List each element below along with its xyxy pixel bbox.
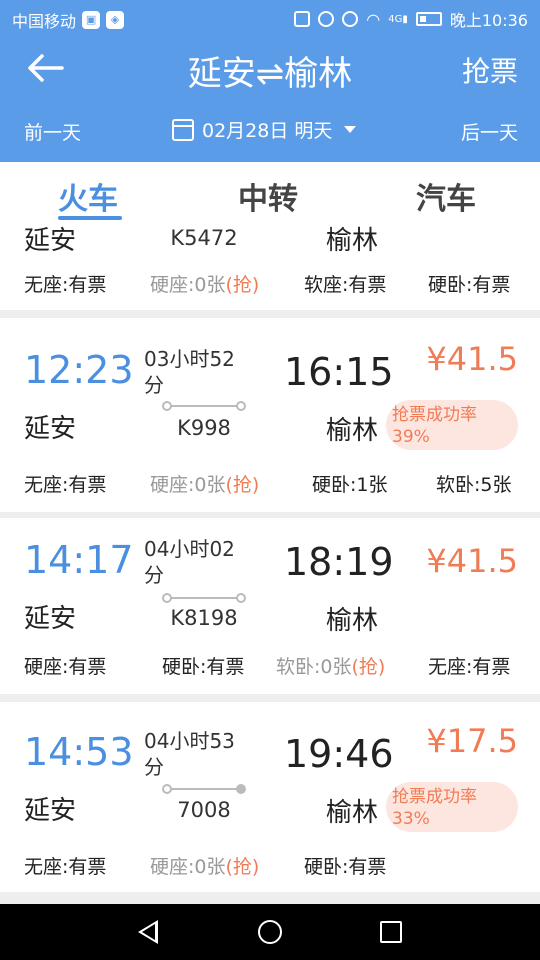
success-rate-badge: 抢票成功率 39% [386,400,518,450]
grab-ticket-button[interactable]: 抢票 [462,50,518,90]
price: ¥41.5 [426,340,518,378]
tab-train[interactable]: 火车 [58,174,118,218]
route-track [162,401,246,411]
nav-recents-icon[interactable] [380,921,402,943]
alarm-icon [318,11,335,27]
seat-info[interactable]: 硬座:0张(抢) [150,270,259,297]
eye-comfort-icon [342,11,359,27]
train-card[interactable]: 延安 K5472 榆林 无座:有票 硬座:0张(抢) 软座:有票 硬卧:有票 [0,222,540,310]
seat-info: 软卧:5张 [436,474,512,496]
seat-info: 软座:有票 [304,274,387,296]
battery-icon [415,12,442,26]
nav-back-icon[interactable] [138,920,158,944]
seat-info: 硬卧:有票 [162,656,245,678]
from-station: 延安 [24,604,77,634]
train-number: K5472 [170,226,238,250]
seat-info: 无座:有票 [24,274,107,296]
duration: 04小时02 分 [144,537,235,587]
from-station: 延安 [24,226,77,256]
to-station: 榆林 [326,798,379,828]
route-track [162,593,246,603]
signal-icon: 4G▮ [388,13,408,25]
arrival-time: 19:46 [284,732,394,776]
header: 延安⇌榆林 抢票 前一天 02月28日 明天 后一天 [0,38,540,162]
next-day-button[interactable]: 后一天 [461,118,518,145]
train-number: K8198 [170,606,238,630]
from-station: 延安 [24,796,77,826]
train-card[interactable]: 12:23 03小时52 分 16:15 ¥41.5 K998 延安 榆林 抢票成… [0,318,540,512]
arrival-time: 16:15 [284,350,394,394]
seat-info[interactable]: 软卧:0张(抢) [276,652,385,679]
arrival-time: 18:19 [284,540,394,584]
seat-info: 无座:有票 [24,474,107,496]
transport-tabs: 火车 中转 汽车 [0,162,540,222]
app-notification-icon: ▣ [82,11,101,29]
train-number: 7008 [177,798,231,822]
seat-info: 硬卧:有票 [428,274,511,296]
train-number: K998 [177,416,231,440]
calendar-icon [172,118,194,141]
route-track [162,784,246,794]
departure-time: 14:17 [24,538,134,582]
system-nav-bar [0,904,540,960]
status-bar: 中国移动 ▣ ◈ ◠ 4G▮ 晚上10:36 [0,0,540,38]
to-station: 榆林 [326,606,379,636]
seat-info[interactable]: 硬座:0张(抢) [150,470,259,497]
vibrate-icon [294,11,311,27]
success-rate-badge: 抢票成功率 33% [386,782,518,832]
date-label: 02月28日 明天 [202,120,333,142]
duration: 03小时52 分 [144,347,235,397]
carrier-name: 中国移动 [12,12,77,31]
train-list[interactable]: 延安 K5472 榆林 无座:有票 硬座:0张(抢) 软座:有票 硬卧:有票 1… [0,222,540,904]
prev-day-button[interactable]: 前一天 [24,118,81,145]
seat-info[interactable]: 硬座:0张(抢) [150,852,259,879]
active-tab-indicator [58,216,122,220]
price: ¥17.5 [426,722,518,760]
train-card[interactable]: 14:17 04小时02 分 18:19 ¥41.5 K8198 延安 榆林 硬座… [0,518,540,694]
clock: 晚上10:36 [449,11,528,30]
date-selector[interactable]: 02月28日 明天 [172,116,357,143]
bank-notification-icon: ◈ [106,11,125,29]
seat-info: 无座:有票 [428,656,511,678]
departure-time: 14:53 [24,730,134,774]
nav-home-icon[interactable] [258,920,282,944]
seat-info: 硬座:有票 [24,656,107,678]
seat-info: 无座:有票 [24,856,107,878]
chevron-down-icon [344,126,357,133]
seat-info: 硬卧:有票 [304,856,387,878]
seat-info: 硬卧:1张 [312,474,388,496]
to-station: 榆林 [326,226,379,256]
duration: 04小时53 分 [144,729,235,779]
route-title: 延安⇌榆林 [187,54,353,94]
to-station: 榆林 [326,416,379,446]
from-station: 延安 [24,414,77,444]
tab-bus[interactable]: 汽车 [416,174,476,218]
tab-transfer[interactable]: 中转 [238,174,298,218]
train-card[interactable]: 14:53 04小时53 分 19:46 ¥17.5 7008 延安 榆林 抢票成… [0,702,540,892]
price: ¥41.5 [426,542,518,580]
departure-time: 12:23 [24,348,134,392]
wifi-icon: ◠ [366,9,381,29]
